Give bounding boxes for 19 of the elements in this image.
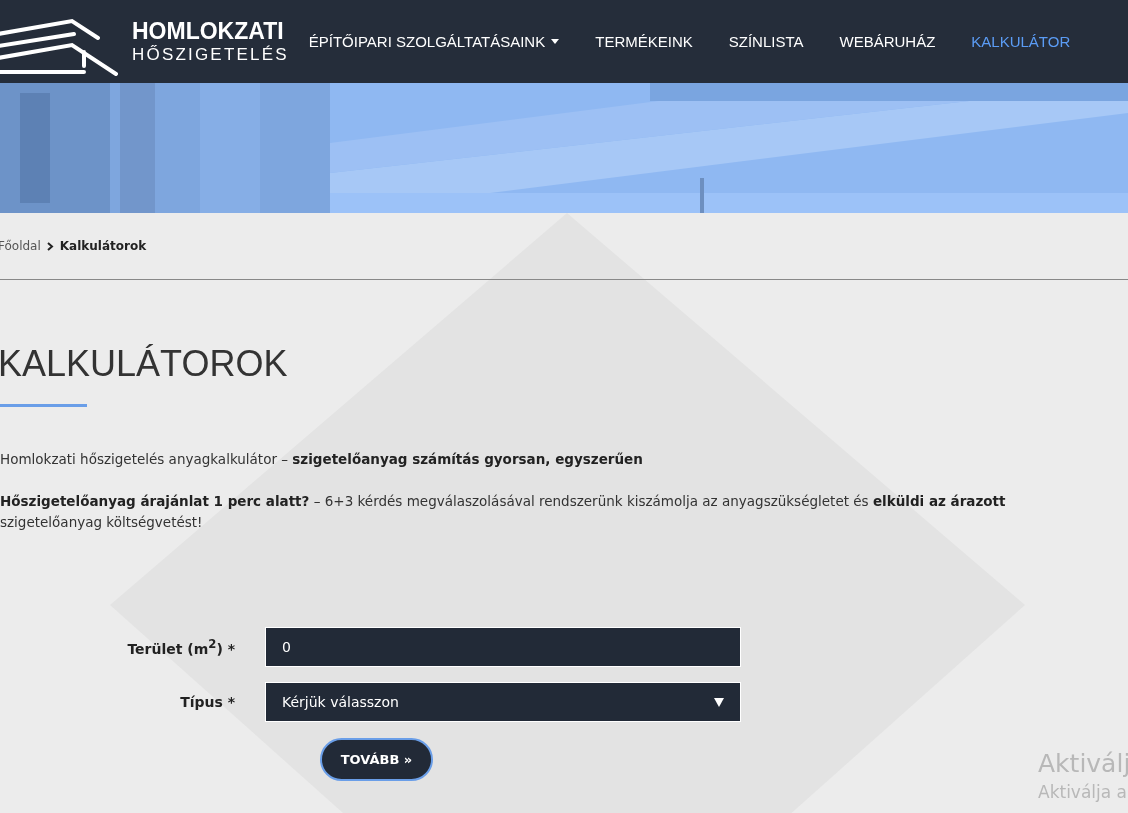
nav-link[interactable]: KALKULÁTOR bbox=[953, 33, 1089, 50]
area-input-field[interactable]: 0 bbox=[265, 627, 741, 667]
page-title: KALKULÁTOROK bbox=[0, 342, 289, 386]
breadcrumb-current: Kalkulátorok bbox=[59, 239, 147, 253]
intro-paragraph: Homlokzati hőszigetelés anyagkalkulátor – szigetelőanyag számítás gyorsan, egyszerűen bbox=[0, 450, 644, 469]
nav-link[interactable]: WEBÁRUHÁZ bbox=[821, 33, 954, 50]
field-label: Típus * bbox=[180, 694, 235, 710]
type-select[interactable]: Kérjük válasszon bbox=[265, 682, 741, 722]
intro-paragraph: Hőszigetelőanyag árajánlat 1 perc alatt? – 6+3 kérdés megválaszolásával rendszerünk kiszámolja az anyagszükségletet és elküldi az árazott szigetelőanyag költségvetést! bbox=[0, 492, 1007, 532]
breadcrumb-link[interactable]: Főoldal bbox=[0, 239, 41, 253]
dropdown-icon bbox=[714, 697, 724, 707]
logo-subtitle: HŐSZIGETELÉS bbox=[132, 46, 289, 63]
nav-link[interactable]: ÉPÍTŐIPARI SZOLGÁLTATÁSAINK bbox=[290, 33, 578, 50]
nav-link[interactable]: TERMÉKEINK bbox=[577, 33, 711, 50]
next-button[interactable]: TOVÁBB » bbox=[320, 738, 433, 781]
logo-title: HOMLOKZATI bbox=[132, 20, 285, 43]
nav-link[interactable]: SZÍNLISTA bbox=[710, 33, 822, 50]
chevron-icon bbox=[46, 241, 54, 251]
field-label: Terület (m$^{2}$) * bbox=[127, 637, 235, 657]
